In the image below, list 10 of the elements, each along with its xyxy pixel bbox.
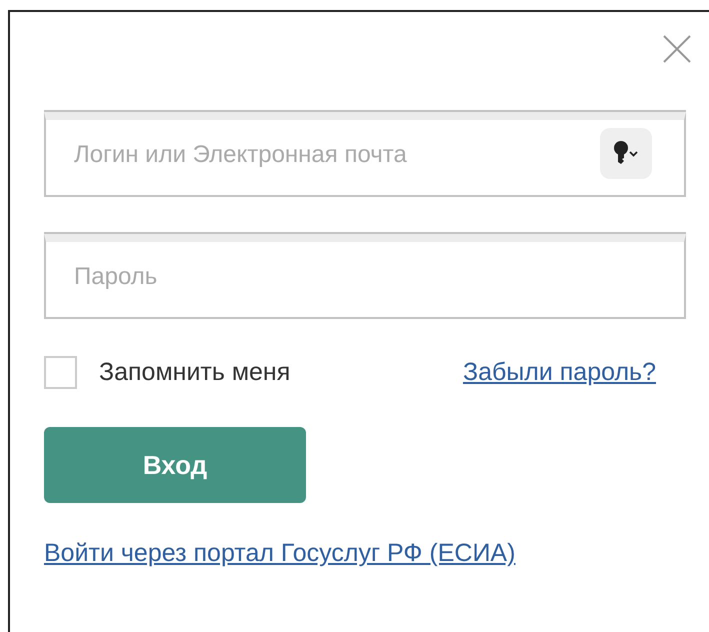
remember-label: Запомнить меня — [99, 358, 290, 387]
login-field[interactable]: Логин или Электронная почта — [44, 112, 686, 197]
remember-checkbox[interactable] — [44, 356, 77, 389]
forgot-password-link[interactable]: Забыли пароль? — [462, 358, 656, 387]
esia-login-link[interactable]: Войти через портал Госуслуг РФ (ЕСИА) — [44, 539, 516, 568]
login-button[interactable]: Вход — [44, 427, 306, 503]
password-manager-button[interactable] — [600, 128, 652, 179]
close-button[interactable] — [662, 34, 692, 64]
close-icon — [662, 34, 692, 64]
password-field[interactable]: Пароль — [44, 234, 686, 319]
